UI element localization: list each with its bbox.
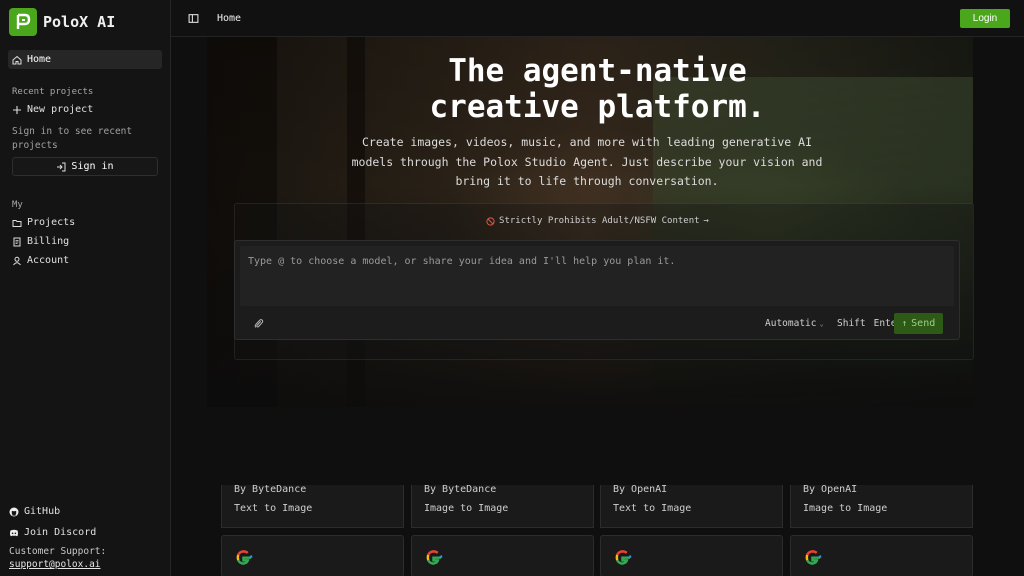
model-card-google[interactable] <box>411 535 594 576</box>
discord-link[interactable]: Join Discord <box>0 522 170 543</box>
google-icon <box>805 550 822 565</box>
github-link[interactable]: GitHub <box>0 501 170 522</box>
folder-icon <box>12 219 22 227</box>
github-icon <box>9 507 19 516</box>
new-project-button[interactable]: New project <box>0 100 170 119</box>
arrow-up-icon: ↑ <box>901 318 908 329</box>
main-content: Home Login The agent-native creative pla… <box>171 0 1024 576</box>
recent-projects-label: Recent projects <box>12 87 94 97</box>
model-provider: By ByteDance <box>234 484 307 495</box>
signin-button[interactable]: Sign in <box>12 157 158 176</box>
sidebar-item-billing[interactable]: Billing <box>0 232 170 251</box>
shortcut-key: Shift <box>837 318 866 329</box>
google-icon <box>426 550 443 565</box>
plus-icon <box>13 105 21 114</box>
google-icon <box>615 550 632 565</box>
model-mode-select[interactable]: Automatic ⌄ <box>765 318 824 329</box>
brand[interactable]: PoloX AI <box>0 0 170 44</box>
send-shortcut-hint: Shift Enter <box>837 318 902 329</box>
login-button[interactable]: Login <box>960 9 1010 28</box>
polox-logo-icon <box>9 8 37 36</box>
hero-title-line: creative platform. <box>429 89 766 125</box>
my-section-label: My <box>12 200 23 210</box>
google-icon <box>236 550 253 565</box>
sidebar: PoloX AI Home Recent projects New projec… <box>0 0 171 576</box>
billing-icon <box>13 237 21 246</box>
sidebar-toggle-icon[interactable] <box>188 13 199 24</box>
discord-label: Join Discord <box>24 527 97 538</box>
breadcrumb: Home <box>217 12 242 24</box>
chevron-down-icon: ⌄ <box>819 319 824 328</box>
send-button[interactable]: ↑ Send <box>894 313 943 334</box>
model-card-google[interactable] <box>790 535 973 576</box>
github-label: GitHub <box>24 506 61 517</box>
model-card-google[interactable] <box>600 535 783 576</box>
signin-note: Sign in to see recent projects <box>12 126 133 151</box>
model-kind: Text to Image <box>613 503 692 514</box>
model-card-google[interactable] <box>221 535 404 576</box>
new-project-label: New project <box>27 104 94 115</box>
sidebar-item-label: Home <box>27 54 52 65</box>
support-email-link[interactable]: support@polox.ai <box>0 559 170 570</box>
hero-subtitle: Create images, videos, music, and more w… <box>351 135 823 188</box>
send-label: Send <box>911 318 936 329</box>
model-provider: By OpenAI <box>803 484 858 495</box>
model-kind: Image to Image <box>424 503 509 514</box>
signin-label: Sign in <box>71 161 114 172</box>
hero-title: The agent-native creative platform. <box>171 53 1024 125</box>
support-label: Customer Support: <box>9 546 107 557</box>
model-card[interactable]: By ByteDance Image to Image <box>411 484 594 528</box>
login-icon <box>57 162 66 171</box>
model-card[interactable]: By OpenAI Text to Image <box>600 484 783 528</box>
sidebar-item-label: Projects <box>27 217 76 228</box>
prompt-composer: Automatic ⌄ Shift Enter ↑ Send <box>234 240 960 340</box>
nsfw-notice-text: Strictly Prohibits Adult/NSFW Content <box>499 216 700 226</box>
app-root: PoloX AI Home Recent projects New projec… <box>0 0 1024 576</box>
paperclip-icon[interactable] <box>253 318 264 329</box>
nsfw-notice-link[interactable]: Strictly Prohibits Adult/NSFW Content → <box>171 216 1024 226</box>
sidebar-item-label: Account <box>27 255 70 266</box>
model-card[interactable]: By OpenAI Image to Image <box>790 484 973 528</box>
user-icon <box>13 256 21 265</box>
arrow-right-icon: → <box>703 216 709 226</box>
hero-title-line: The agent-native <box>448 53 747 89</box>
model-kind: Image to Image <box>803 503 888 514</box>
topbar: Home Login <box>171 0 1024 37</box>
model-mode-value: Automatic <box>765 318 817 329</box>
sidebar-footer: GitHub Join Discord Customer Support: su… <box>0 501 170 576</box>
model-provider: By ByteDance <box>424 484 497 495</box>
prompt-input-area <box>240 246 954 306</box>
model-provider: By OpenAI <box>613 484 668 495</box>
sidebar-item-home[interactable]: Home <box>8 50 162 69</box>
home-icon <box>12 55 22 64</box>
sidebar-item-label: Billing <box>27 236 70 247</box>
model-kind: Text to Image <box>234 503 313 514</box>
model-card[interactable]: By ByteDance Text to Image <box>221 484 404 528</box>
discord-icon <box>10 529 18 536</box>
sidebar-item-account[interactable]: Account <box>0 251 170 270</box>
prohibited-icon <box>486 216 495 226</box>
sidebar-item-projects[interactable]: Projects <box>0 213 170 232</box>
brand-name: PoloX AI <box>43 13 116 31</box>
prompt-input[interactable] <box>240 246 954 306</box>
